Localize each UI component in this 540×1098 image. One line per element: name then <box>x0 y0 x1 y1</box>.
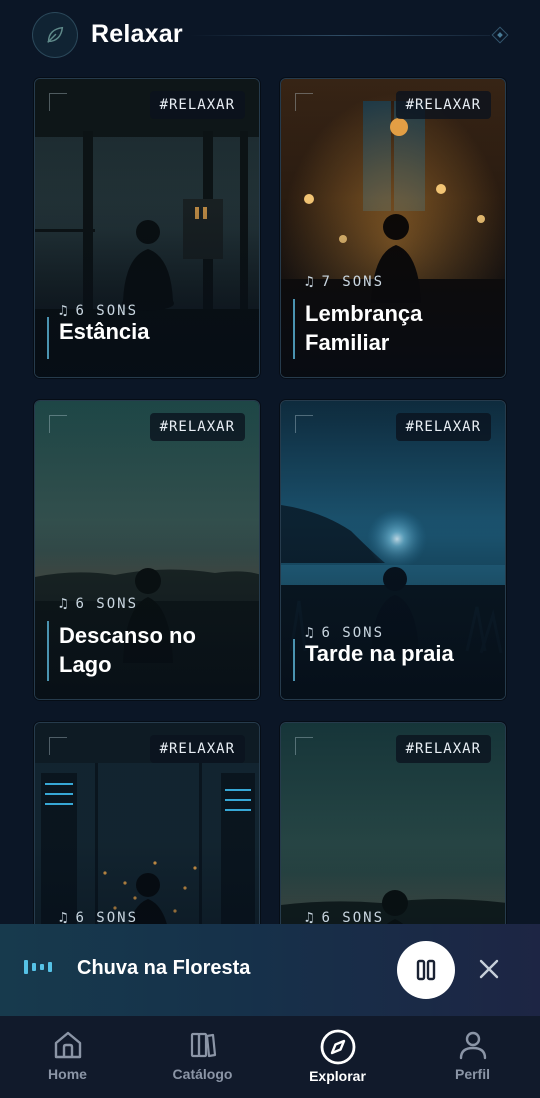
mini-player[interactable]: Chuva na Floresta <box>0 924 540 1016</box>
category-tag: #RELAXAR <box>395 91 491 119</box>
home-icon <box>54 1031 81 1059</box>
top-bar: Relaxar <box>0 0 540 70</box>
playlist-card-lembranca-familiar[interactable]: #RELAXAR ♫ 7 SONS Lembrança Familiar <box>280 78 506 378</box>
card-title-line-2: Lago <box>59 652 112 677</box>
equalizer-icon <box>24 960 52 974</box>
card-title: Estância <box>59 319 150 344</box>
user-icon <box>459 1031 486 1060</box>
card-title: Tarde na praia <box>305 641 454 666</box>
category-tag: #RELAXAR <box>395 735 491 763</box>
music-note-icon: ♫ <box>305 274 316 290</box>
playlist-card-descanso-no-lago[interactable]: #RELAXAR ♫ 6 SONS Descanso no Lago <box>34 400 260 700</box>
nav-home[interactable]: Home <box>0 1016 135 1098</box>
pause-button[interactable] <box>397 941 455 999</box>
pause-icon <box>416 959 436 981</box>
sound-count: ♫ 7 SONS <box>305 274 385 290</box>
compass-icon <box>320 1029 355 1065</box>
card-title-line-1: Lembrança <box>305 301 423 326</box>
card-title-line-2: Familiar <box>305 330 390 355</box>
bottom-navigation: Home Catálogo Explorar Perfil <box>0 1016 540 1098</box>
books-icon <box>190 1032 216 1058</box>
close-player-button[interactable] <box>474 954 504 984</box>
nav-perfil[interactable]: Perfil <box>405 1016 540 1098</box>
sound-count: ♫ 6 SONS <box>59 596 139 612</box>
nav-catalogo[interactable]: Catálogo <box>135 1016 270 1098</box>
leaf-icon <box>32 12 78 58</box>
header-divider <box>190 35 490 36</box>
category-tag: #RELAXAR <box>395 413 491 441</box>
card-title-line-1: Descanso no <box>59 623 196 648</box>
now-playing-title: Chuva na Floresta <box>77 957 251 979</box>
playlist-card-tarde-na-praia[interactable]: #RELAXAR ♫ 6 SONS Tarde na praia <box>280 400 506 700</box>
category-tag: #RELAXAR <box>149 91 245 119</box>
category-tag: #RELAXAR <box>149 735 245 763</box>
music-note-icon: ♫ <box>59 596 70 612</box>
diamond-icon <box>491 26 509 44</box>
nav-explorar[interactable]: Explorar <box>270 1016 405 1098</box>
category-tag: #RELAXAR <box>149 413 245 441</box>
page-title: Relaxar <box>91 20 183 48</box>
playlist-card-estancia[interactable]: #RELAXAR ♫ 6 SONS Estância <box>34 78 260 378</box>
close-icon <box>479 959 499 979</box>
